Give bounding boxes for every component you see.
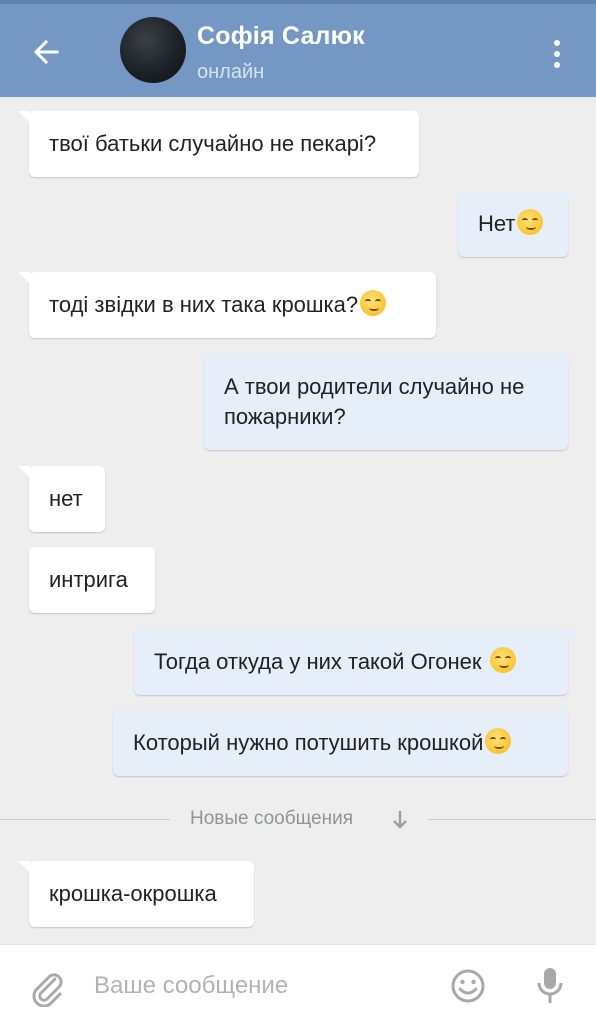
message-text: Который нужно потушить крошкой [133, 730, 484, 755]
message-text: интрига [49, 567, 128, 592]
chat-header: Софія Салюк онлайн [0, 0, 596, 97]
smirk-emoji-icon [489, 647, 516, 673]
new-messages-label: Новые сообщения [190, 808, 353, 829]
attach-button[interactable] [28, 967, 66, 1008]
new-messages-divider: Новые сообщения [0, 807, 596, 831]
message-text: А твои родители случайно не пожарники? [224, 374, 525, 429]
emoji-button[interactable] [449, 967, 487, 1005]
arrow-left-icon [33, 39, 59, 65]
message-bubble-incoming[interactable]: твої батьки случайно не пекарі? [18, 111, 419, 177]
message-bubble-incoming[interactable]: нет [18, 466, 105, 532]
microphone-icon [537, 968, 563, 1003]
smiley-icon [451, 969, 485, 1003]
message-list[interactable]: твої батьки случайно не пекарі? Нет тоді… [0, 97, 596, 944]
message-bubble-outgoing[interactable]: Тогда откуда у них такой Огонек [134, 629, 579, 695]
smirk-emoji-icon [485, 728, 512, 754]
message-text: нет [49, 486, 83, 511]
message-bubble-incoming[interactable]: интрига [29, 547, 155, 613]
message-bubble-outgoing[interactable]: А твои родители случайно не пожарники? [204, 354, 579, 450]
message-input-bar [0, 944, 596, 1024]
paperclip-icon [32, 973, 63, 1008]
more-vertical-icon [554, 40, 560, 46]
message-text: Тогда откуда у них такой Огонек [154, 649, 488, 674]
message-text: тоді звідки в них така крошка? [49, 292, 359, 317]
arrow-down-icon [393, 811, 407, 829]
message-bubble-outgoing[interactable]: Который нужно потушить крошкой [113, 710, 568, 776]
microphone-button[interactable] [536, 965, 564, 1007]
message-text: Нет [478, 211, 516, 236]
smirk-emoji-icon [360, 290, 387, 316]
contact-status: онлайн [197, 61, 265, 83]
back-button[interactable] [22, 32, 70, 72]
avatar[interactable] [120, 17, 186, 83]
message-bubble-outgoing[interactable]: Нет [458, 191, 579, 257]
contact-name[interactable]: Софія Салюк [197, 22, 365, 51]
message-text: крошка-окрошка [49, 881, 217, 906]
message-bubble-incoming[interactable]: тоді звідки в них така крошка? [18, 272, 436, 338]
message-text: твої батьки случайно не пекарі? [49, 131, 377, 156]
more-options-button[interactable] [540, 32, 574, 76]
message-bubble-incoming[interactable]: крошка-окрошка [18, 861, 254, 927]
smirk-emoji-icon [517, 209, 544, 235]
message-input[interactable] [92, 963, 436, 1009]
